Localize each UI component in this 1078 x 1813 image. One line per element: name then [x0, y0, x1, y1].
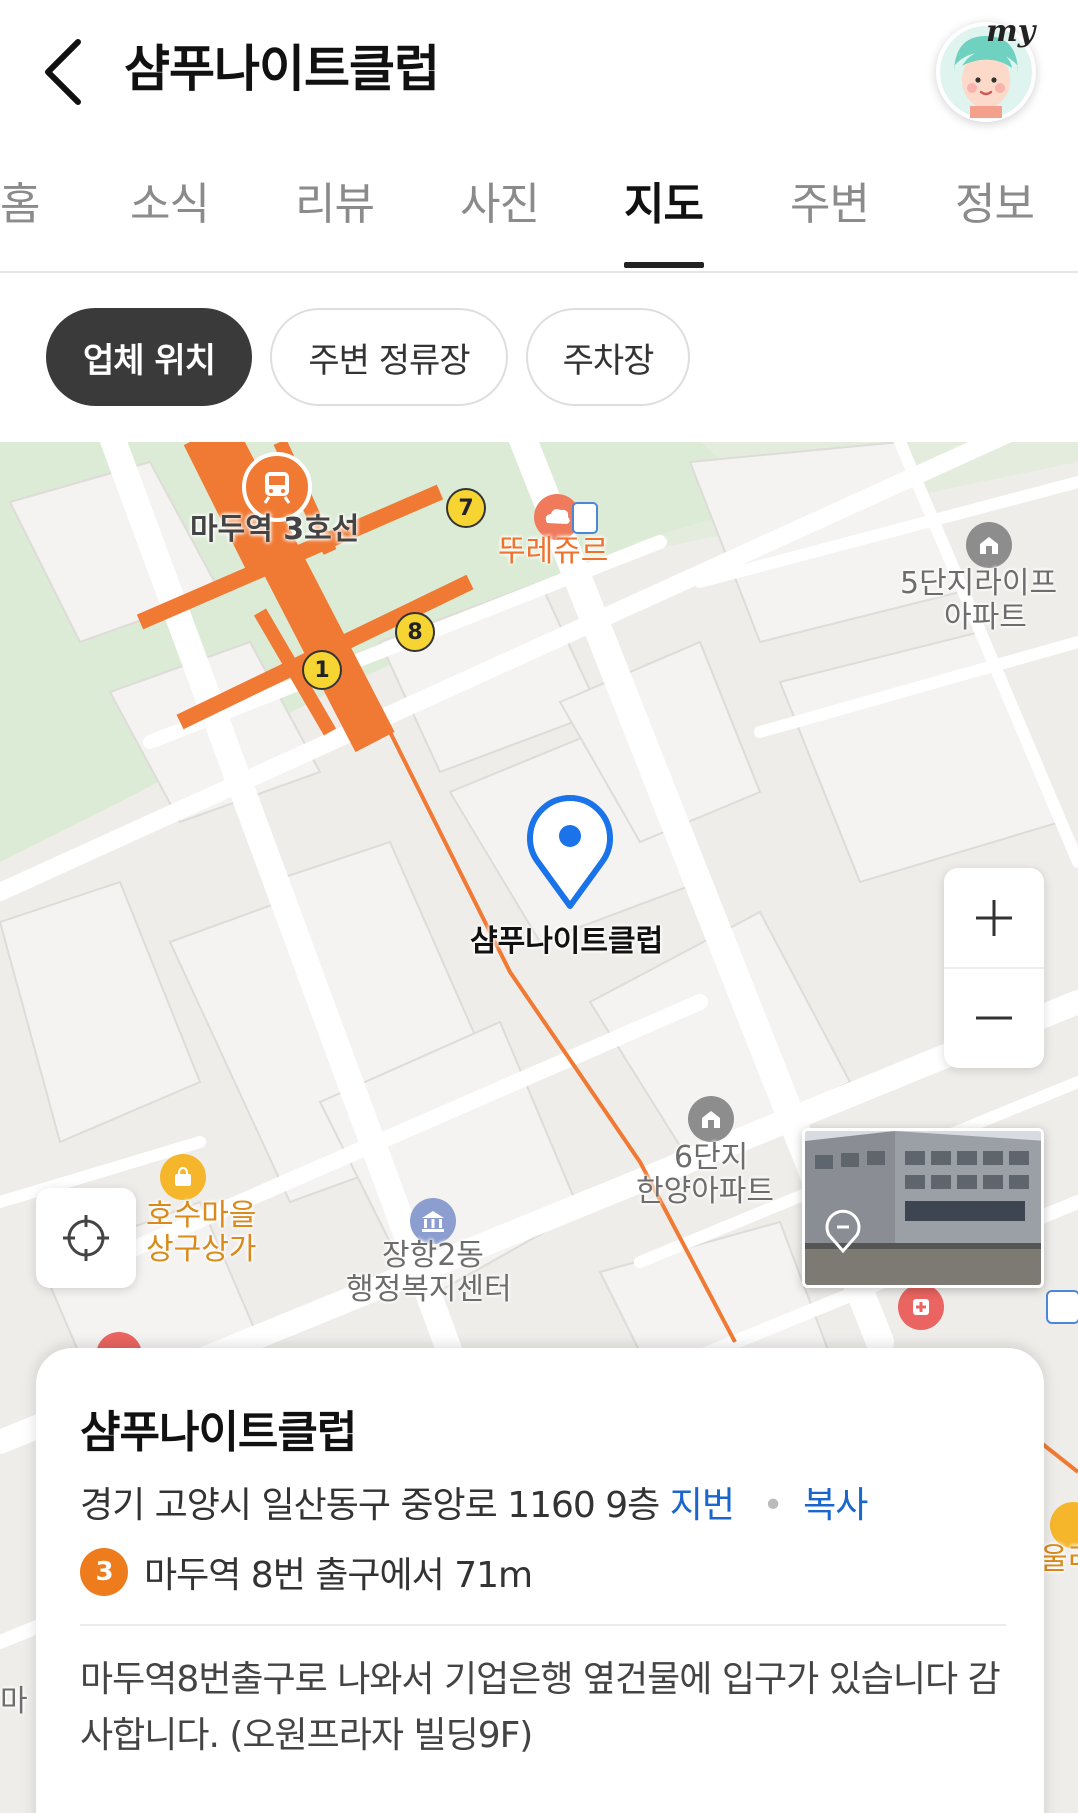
edge-right-label: 울리: [1040, 1542, 1078, 1577]
directions-description: 마두역8번출구로 나와서 기업은행 옆건물에 입구가 있습니다 감사합니다. (…: [80, 1659, 1001, 1756]
hospital-icon[interactable]: [898, 1284, 944, 1330]
tab-info[interactable]: 정보: [955, 175, 1035, 235]
zoom-controls: [944, 868, 1044, 1068]
my-badge: my: [986, 14, 1036, 49]
mall-label-line1: 호수마을: [146, 1198, 257, 1233]
crosshair-icon: [63, 1215, 109, 1261]
apt6-label-line1: 6단지: [674, 1140, 749, 1175]
header: 샴푸나이트클럽 my: [0, 0, 1078, 140]
back-button[interactable]: [30, 32, 100, 112]
apt6-label-line2: 한양아파트: [636, 1174, 774, 1209]
exit-8-badge[interactable]: 8: [395, 612, 435, 652]
roadview-thumbnail[interactable]: [802, 1128, 1044, 1288]
tab-reviews[interactable]: 리뷰: [295, 175, 375, 235]
tab-map[interactable]: 지도: [624, 175, 704, 235]
card-divider: [80, 1624, 1006, 1626]
copy-address-link[interactable]: 복사: [803, 1485, 868, 1526]
mall-label-line2: 상구상가: [146, 1232, 257, 1267]
chip-business-location[interactable]: 업체 위치: [46, 308, 252, 406]
minus-icon: [976, 1016, 1012, 1020]
subway-distance-text: 마두역 8번 출구에서 71m: [144, 1555, 533, 1596]
bakery-label: 뚜레쥬르: [498, 534, 609, 569]
train-icon: [263, 472, 291, 504]
current-location-button[interactable]: [36, 1188, 136, 1288]
center-label-line1: 장항2동: [382, 1238, 484, 1273]
chip-parking[interactable]: 주차장: [526, 308, 690, 406]
plus-icon: [976, 900, 1012, 936]
zoom-in-button[interactable]: [944, 868, 1044, 968]
separator-dot: •: [762, 1485, 783, 1526]
subway-line-badge: 3: [80, 1548, 128, 1596]
card-title: 샴푸나이트클럽: [80, 1407, 357, 1458]
chip-nearby-stops[interactable]: 주변 정류장: [270, 308, 508, 406]
map-filter-chips: 업체 위치 주변 정류장 주차장: [0, 290, 1078, 430]
exit-1-badge[interactable]: 1: [302, 650, 342, 690]
zoom-out-button[interactable]: [944, 968, 1044, 1068]
apartment-icon[interactable]: [966, 522, 1012, 568]
station-label: 마두역 3호선: [190, 512, 360, 547]
place-info-card: 샴푸나이트클럽 경기 고양시 일산동구 중앙로 1160 9층 지번 • 복사 …: [36, 1348, 1044, 1813]
bus-stop-icon-right[interactable]: [1046, 1290, 1078, 1324]
card-subway-row: 3 마두역 8번 출구에서 71m: [80, 1546, 533, 1598]
apt5-label-line1: 5단지라이프: [900, 566, 1058, 601]
address-text: 경기 고양시 일산동구 중앙로 1160 9층: [80, 1485, 660, 1526]
tab-home[interactable]: 홈: [0, 175, 40, 235]
street-photo: [805, 1131, 1041, 1285]
shopping-icon[interactable]: [160, 1154, 206, 1200]
edge-left-label: 마: [0, 1684, 28, 1719]
active-tab-indicator: [624, 262, 704, 268]
bus-stop-icon[interactable]: [572, 502, 598, 534]
tab-nearby[interactable]: 주변: [790, 175, 870, 235]
apt5-label-line2: 아파트: [944, 600, 1027, 635]
tab-bar: 홈 소식 리뷰 사진 지도 주변 정보: [0, 155, 1078, 273]
page-title: 샴푸나이트클럽: [124, 40, 440, 98]
business-map-label: 샴푸나이트클럽: [470, 924, 664, 959]
card-address-row: 경기 고양시 일산동구 중앙로 1160 9층 지번 • 복사: [80, 1476, 868, 1528]
jibun-link[interactable]: 지번: [670, 1485, 735, 1526]
location-pin-icon[interactable]: [522, 792, 618, 912]
apartment-6-icon[interactable]: [688, 1096, 734, 1142]
tab-photos[interactable]: 사진: [460, 175, 540, 235]
chevron-left-icon: [45, 39, 81, 105]
center-label-line2: 행정복지센터: [346, 1272, 512, 1307]
tab-news[interactable]: 소식: [130, 175, 210, 235]
exit-7-badge[interactable]: 7: [446, 488, 486, 528]
